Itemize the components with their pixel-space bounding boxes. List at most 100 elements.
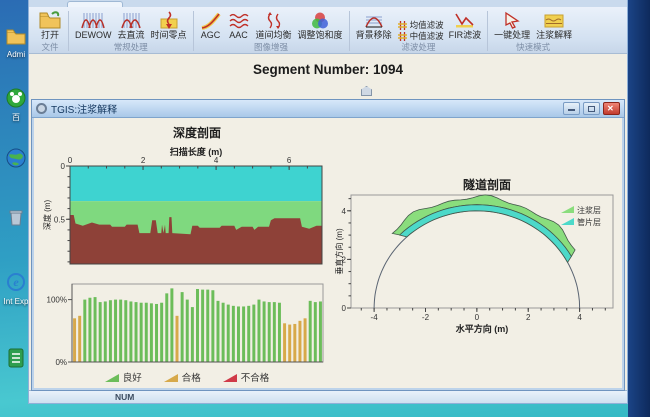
app-window: 打开 文件 DEWOW <box>28 0 628 404</box>
svg-text:0.5: 0.5 <box>54 215 66 224</box>
depth-profile-title: 深度剖面 <box>72 124 322 141</box>
segment-slider-thumb[interactable] <box>361 86 372 96</box>
ribbon-separator <box>487 11 488 51</box>
tgis-window-icon <box>36 103 47 114</box>
desktop-icon-internet-explorer[interactable]: e Int Exp <box>2 272 30 306</box>
ribbon-separator <box>68 11 69 51</box>
ribbon-group-quick-mode: 一键处理 注浆解释 快速模式 <box>489 9 577 53</box>
num-lock-indicator: NUM <box>115 392 134 402</box>
svg-text:2: 2 <box>141 156 146 165</box>
svg-text:2: 2 <box>526 313 531 322</box>
legend-item-良好: 良好 <box>105 370 142 384</box>
dewow-arcs-icon <box>80 11 106 30</box>
svg-text:0: 0 <box>68 156 73 165</box>
legend-item-合格: 合格 <box>164 370 201 384</box>
ribbon-group-image-enhancement: AGC AAC 道间均衡 <box>195 9 348 53</box>
ribbon: 打开 文件 DEWOW <box>29 7 627 54</box>
minimize-button[interactable] <box>563 102 580 115</box>
svg-text:0: 0 <box>475 313 480 322</box>
svg-text:水平方向 (m): 水平方向 (m) <box>456 323 509 334</box>
ribbon-button-agc[interactable]: AGC <box>197 10 225 42</box>
desktop-icon-spreadsheet[interactable] <box>2 348 30 373</box>
svg-text:4: 4 <box>342 207 347 216</box>
ribbon-button-median-filter[interactable]: 中值滤波 <box>395 31 446 42</box>
tunnel-profile-chart: -4-2024024水平方向 (m)垂直方向 (m)注浆层管片层 <box>335 190 623 338</box>
segment-number-label: Segment Number: 1094 <box>29 62 627 77</box>
desktop-icon-column: Admi 百 e Int Exp <box>0 0 30 417</box>
ribbon-button-dewow[interactable]: DEWOW <box>72 10 115 42</box>
svg-text:4: 4 <box>214 156 219 165</box>
desktop-icon-globe[interactable] <box>2 148 30 173</box>
svg-text:深度 (m): 深度 (m) <box>42 200 52 231</box>
ribbon-tab[interactable] <box>67 1 123 7</box>
mean-filter-icon <box>397 20 408 31</box>
ribbon-separator <box>193 11 194 51</box>
ribbon-separator <box>349 11 350 51</box>
svg-text:6: 6 <box>287 156 292 165</box>
desktop-icon-admin-folder[interactable]: Admi <box>2 28 30 59</box>
ie-icon: e <box>6 279 26 296</box>
ribbon-button-background-removal[interactable]: 背景移除 <box>353 10 395 42</box>
ribbon-button-trace-balance[interactable]: 道间均衡 <box>253 10 295 42</box>
svg-text:注浆层: 注浆层 <box>577 205 601 215</box>
svg-text:e: e <box>13 275 19 289</box>
svg-text:0: 0 <box>342 304 347 313</box>
sheet-icon <box>7 355 25 372</box>
quality-bar-chart: 100% 0% <box>42 280 332 368</box>
green-circle-icon <box>6 95 26 112</box>
svg-text:-4: -4 <box>371 313 379 322</box>
ribbon-button-mean-filter[interactable]: 均值滤波 <box>395 20 446 31</box>
maximize-icon <box>588 106 595 112</box>
depth-profile-chart: 扫描长度 (m)024600.5深度 (m) <box>42 146 332 268</box>
ribbon-button-one-click[interactable]: 一键处理 <box>491 10 533 42</box>
ribbon-button-dc-remove[interactable]: 去直流 <box>115 10 148 42</box>
trace-balance-icon <box>264 11 284 30</box>
aac-waves-icon <box>228 11 250 30</box>
dc-remove-arcs-icon <box>120 11 142 30</box>
svg-text:-2: -2 <box>422 313 430 322</box>
ribbon-tab-strip <box>29 0 627 7</box>
bar-chart-legend: 良好合格不合格 <box>42 370 332 384</box>
agc-curve-icon <box>200 11 222 30</box>
time-zero-icon <box>159 11 179 30</box>
close-button[interactable] <box>603 102 620 115</box>
status-bar: NUM <box>29 390 627 403</box>
svg-text:垂直方向 (m): 垂直方向 (m) <box>335 228 344 275</box>
maximize-button[interactable] <box>583 102 600 115</box>
background-removal-icon <box>363 11 385 30</box>
desktop-icon-recycle-bin[interactable] <box>2 208 30 231</box>
desktop-icon-baidu[interactable]: 百 <box>2 88 30 122</box>
desktop-icon-label: Admi <box>2 50 30 59</box>
bin-icon <box>8 213 24 230</box>
svg-text:管片层: 管片层 <box>577 217 601 227</box>
ribbon-button-grouting-interpretation[interactable]: 注浆解释 <box>533 10 575 42</box>
median-filter-icon <box>397 31 408 42</box>
svg-text:0%: 0% <box>55 358 67 367</box>
one-click-cursor-icon <box>502 11 522 30</box>
tgis-window-title: TGIS:注浆解释 <box>51 101 563 116</box>
saturation-circles-icon <box>310 11 330 30</box>
desktop: Admi 百 e Int Exp <box>0 0 650 417</box>
close-icon <box>607 105 614 113</box>
fir-filter-icon <box>454 11 476 30</box>
folder-icon <box>5 32 27 49</box>
tgis-content: 深度剖面 扫描长度 (m)024600.5深度 (m) 100%0% 良好合格不… <box>32 118 624 390</box>
folder-open-icon <box>38 10 62 30</box>
ribbon-button-open[interactable]: 打开 <box>35 9 65 42</box>
grouting-layers-icon <box>543 11 565 30</box>
svg-text:4: 4 <box>577 313 582 322</box>
screen-bezel <box>628 0 650 417</box>
ribbon-button-fir-filter[interactable]: FIR滤波 <box>446 10 485 42</box>
ribbon-button-aac[interactable]: AAC <box>225 10 253 42</box>
minimize-icon <box>568 109 575 111</box>
svg-text:100%: 100% <box>47 296 67 305</box>
ribbon-button-saturation[interactable]: 调整饱和度 <box>295 10 346 42</box>
app-content: Segment Number: 1094 TGIS:注浆解释 深度剖面 扫描长度… <box>29 54 627 390</box>
tgis-window: TGIS:注浆解释 深度剖面 扫描长度 (m)024600.5深度 (m) 10… <box>31 99 625 391</box>
svg-text:0: 0 <box>61 162 66 171</box>
ribbon-button-time-zero[interactable]: 时间零点 <box>148 10 190 42</box>
desktop-icon-label: Int Exp <box>2 297 30 306</box>
tgis-titlebar[interactable]: TGIS:注浆解释 <box>32 100 624 118</box>
ribbon-group-file: 打开 文件 <box>33 9 67 53</box>
desktop-icon-label: 百 <box>2 113 30 122</box>
